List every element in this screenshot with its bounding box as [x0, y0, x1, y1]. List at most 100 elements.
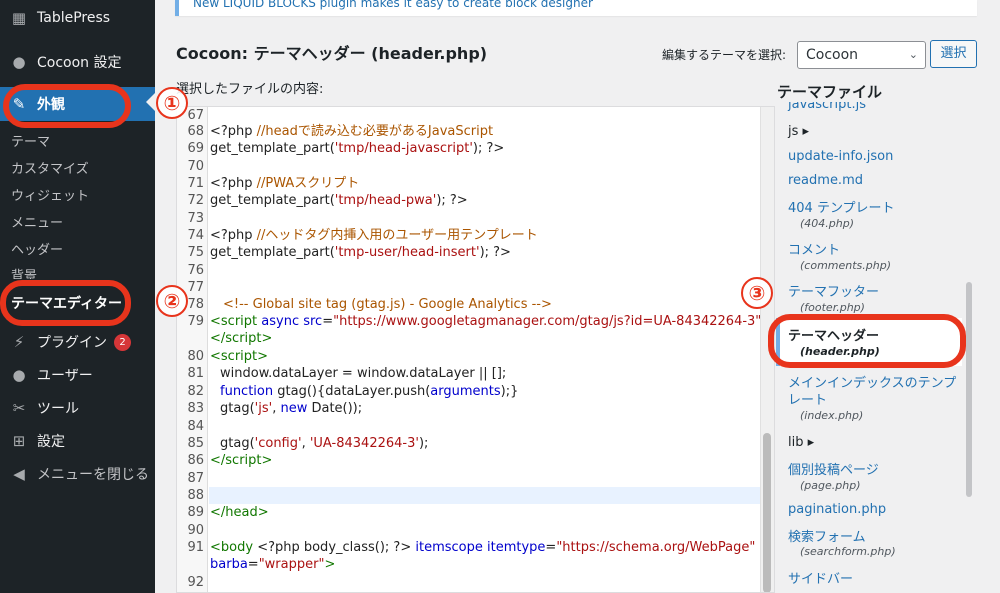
file-pagination[interactable]: pagination.php [788, 502, 886, 517]
menu-settings[interactable]: ⊞ 設定 [0, 424, 155, 458]
file-content-label: 選択したファイルの内容: [176, 82, 324, 97]
file-404-filename: (404.php) [800, 217, 855, 230]
line-number: 70 [187, 159, 204, 174]
theme-select-label: 編集するテーマを選択: [662, 48, 787, 62]
code-line: get_template_part('tmp/head-javascript')… [210, 141, 505, 156]
line-number: 74 [187, 228, 204, 243]
editor-scrollbar-thumb[interactable] [763, 433, 771, 592]
theme-select-value: Cocoon [806, 47, 859, 63]
code-line: barba="wrapper"> [210, 557, 336, 572]
code-line: <script> [210, 349, 269, 364]
code-line: gtag('config', 'UA-84342264-3'); [220, 436, 429, 451]
file-footer-filename: (footer.php) [800, 301, 865, 314]
file-searchform[interactable]: 検索フォーム [788, 526, 866, 545]
submenu-header[interactable]: ヘッダー [11, 241, 63, 261]
menu-label: ユーザー [37, 368, 93, 384]
menu-users[interactable]: ● ユーザー [0, 358, 155, 392]
annotation-ring-header-file [768, 314, 966, 368]
code-line: function gtag(){dataLayer.push(arguments… [220, 384, 519, 399]
settings-icon: ⊞ [12, 432, 26, 450]
file-update-info[interactable]: update-info.json [788, 149, 893, 164]
line-number: 91 [187, 540, 204, 555]
code-editor[interactable]: 67 68 69 70 71 72 73 74 75 76 77 78 79 8… [176, 106, 775, 593]
file-404[interactable]: 404 テンプレート [788, 197, 895, 216]
line-number: 88 [187, 488, 204, 503]
plugin-icon: ⚡ [13, 333, 25, 351]
line-number: 81 [187, 366, 204, 381]
annotation-ring-theme-editor [0, 280, 131, 326]
annotation-number-1: ① [156, 87, 188, 119]
line-number: 89 [187, 505, 204, 520]
file-single-filename: (page.php) [800, 479, 861, 492]
menu-label: 設定 [37, 434, 65, 450]
folder-js[interactable]: js ▸ [788, 124, 809, 139]
collapse-icon: ◀ [13, 465, 25, 483]
code-line: <!-- Global site tag (gtag.js) - Google … [223, 297, 552, 312]
submenu-themes[interactable]: テーマ [11, 133, 50, 153]
chevron-down-icon: ⌄ [908, 48, 918, 61]
file-footer[interactable]: テーマフッター [788, 281, 879, 300]
admin-notice: New LIQUID BLOCKS plugin makes it easy t… [175, 0, 977, 16]
active-line-highlight [209, 487, 762, 504]
line-number: 80 [187, 349, 204, 364]
theme-select[interactable]: Cocoon ⌄ [797, 41, 926, 69]
menu-tools[interactable]: ✂ ツール [0, 391, 155, 425]
line-number: 68 [187, 124, 204, 139]
file-readme[interactable]: readme.md [788, 173, 863, 188]
menu-cocoon-settings[interactable]: ● Cocoon 設定 [0, 45, 155, 79]
code-line: get_template_part('tmp-user/head-insert'… [210, 245, 511, 260]
line-number: 73 [187, 211, 204, 226]
code-line: window.dataLayer = window.dataLayer || [… [220, 366, 507, 381]
menu-label: プラグイン [37, 335, 107, 351]
file-index-line2[interactable]: レート [788, 389, 827, 408]
menu-collapse[interactable]: ◀ メニューを閉じる [0, 457, 155, 491]
menu-label: Cocoon 設定 [37, 55, 122, 71]
file-sidebar[interactable]: サイドバー [788, 568, 853, 587]
file-index-filename: (index.php) [800, 409, 864, 422]
line-number: 83 [187, 401, 204, 416]
file-single[interactable]: 個別投稿ページ [788, 459, 879, 478]
user-icon: ● [12, 366, 26, 384]
menu-label: TablePress [37, 10, 111, 26]
line-number: 84 [187, 419, 204, 434]
line-number: 86 [187, 453, 204, 468]
line-number: 85 [187, 436, 204, 451]
line-number: 75 [187, 245, 204, 260]
file-comments[interactable]: コメント [788, 239, 840, 258]
line-number: 92 [187, 575, 204, 590]
code-line: gtag('js', new Date()); [220, 401, 363, 416]
active-menu-pointer [146, 92, 156, 112]
submenu-customize[interactable]: カスタマイズ [11, 160, 89, 180]
line-number: 69 [187, 141, 204, 156]
code-line: <body <?php body_class(); ?> itemscope i… [210, 540, 774, 555]
table-icon: ▦ [11, 9, 27, 27]
theme-files-heading: テーマファイル [777, 83, 883, 101]
wrench-icon: ✂ [12, 399, 26, 417]
select-theme-button[interactable]: 選択 [930, 40, 977, 68]
code-line: <?php //ヘッドタグ内挿入用のユーザー用テンプレート [210, 228, 538, 243]
code-line: </script> [210, 453, 273, 468]
code-line: <?php //headで読み込む必要があるJavaScript [210, 124, 494, 139]
menu-tablepress[interactable]: ▦ TablePress [0, 1, 155, 35]
submenu-background[interactable]: 背景 [11, 267, 37, 279]
notice-text: New LIQUID BLOCKS plugin makes it easy t… [193, 0, 593, 10]
file-searchform-filename: (searchform.php) [800, 545, 896, 558]
page-title: Cocoon: テーマヘッダー (header.php) [176, 44, 488, 63]
code-line: <?php //PWAスクリプト [210, 176, 360, 191]
code-line: </script> [210, 331, 273, 346]
submenu-widgets[interactable]: ウィジェット [11, 187, 89, 207]
submenu-menus[interactable]: メニュー [11, 214, 63, 234]
circle-icon: ● [12, 53, 26, 71]
menu-label: ツール [37, 401, 79, 417]
line-number: 82 [187, 384, 204, 399]
annotation-ring-appearance [3, 84, 131, 128]
line-number: 90 [187, 523, 204, 538]
line-number: 76 [187, 263, 204, 278]
line-number: 87 [187, 471, 204, 486]
file-javascript[interactable]: javascript.js [788, 102, 866, 112]
line-number: 71 [187, 176, 204, 191]
folder-lib[interactable]: lib ▸ [788, 435, 814, 450]
annotation-number-2: ② [156, 285, 188, 317]
menu-plugins[interactable]: ⚡ プラグイン 2 [0, 325, 155, 359]
file-list-scrollbar[interactable] [966, 282, 972, 497]
